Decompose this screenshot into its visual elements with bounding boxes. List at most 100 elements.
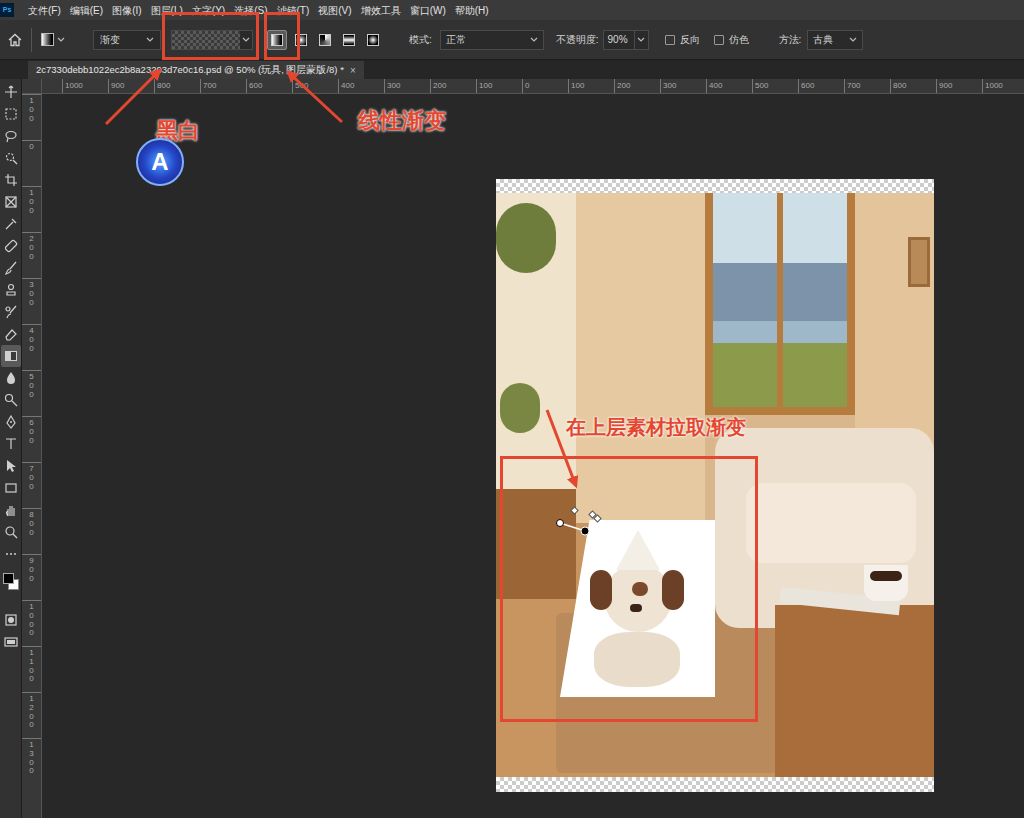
ruler-mark: 200 xyxy=(430,79,476,93)
tool-button[interactable] xyxy=(1,367,21,389)
menu-item[interactable]: 文字(Y) xyxy=(191,3,226,18)
tool-button[interactable] xyxy=(1,169,21,191)
window-mullion xyxy=(777,193,783,407)
ruler-label: 800 xyxy=(28,511,36,554)
menu-item[interactable]: 滤镜(T) xyxy=(276,3,311,18)
opacity-label: 不透明度: xyxy=(556,32,599,47)
preset-dropdown[interactable]: 渐变 xyxy=(93,30,161,50)
options-bar: 渐变模式:正常不透明度:90%反向仿色方法:古典 xyxy=(0,20,1024,60)
tool-button[interactable] xyxy=(1,257,21,279)
menu-bar: Ps 文件(F) 编辑(E) 图像(I) 图层(L) 文字(Y) 选择(S) 滤镜(T) 视图(… xyxy=(0,0,1024,20)
menu-item[interactable]: 文件(F) xyxy=(27,3,62,18)
checkbox[interactable] xyxy=(665,35,675,45)
tool-button[interactable] xyxy=(1,279,21,301)
chevron-icon xyxy=(57,36,65,43)
opacity-field[interactable]: 90% xyxy=(603,30,649,50)
ruler-mark: 700 xyxy=(200,79,246,93)
coffee xyxy=(870,571,902,581)
canvas[interactable] xyxy=(42,94,1024,818)
toy-patch xyxy=(632,582,648,596)
tab-close-button[interactable]: × xyxy=(350,63,356,78)
checkbox-option[interactable]: 仿色 xyxy=(714,32,749,47)
menu-item[interactable]: 选择(S) xyxy=(233,3,268,18)
gradient-swatch[interactable] xyxy=(171,30,253,50)
menu-item[interactable]: 视图(V) xyxy=(317,3,352,18)
ruler-label: 300 xyxy=(663,81,676,90)
document[interactable] xyxy=(496,179,934,792)
ruler-label: 1300 xyxy=(28,741,36,784)
tool-button[interactable] xyxy=(1,477,21,499)
tool-button[interactable] xyxy=(1,543,21,565)
document-area: 1000900800700600500400300200100010020030… xyxy=(22,79,1024,818)
tool-button[interactable] xyxy=(1,609,21,631)
tool-icon xyxy=(4,393,18,407)
watermark-logo: A xyxy=(136,138,184,186)
tool-button[interactable] xyxy=(1,235,21,257)
ruler-mark: 600 xyxy=(22,416,41,462)
tool-button[interactable] xyxy=(1,81,21,103)
ruler-mark: 900 xyxy=(936,79,982,93)
ruler-mark: 100 xyxy=(22,186,41,232)
foreground-color[interactable] xyxy=(3,573,14,584)
tool-button[interactable] xyxy=(1,213,21,235)
app-logo[interactable]: Ps xyxy=(0,3,14,17)
gradient-type-icon xyxy=(295,34,307,46)
checkbox[interactable] xyxy=(714,35,724,45)
gradient-handle[interactable] xyxy=(555,505,605,537)
menu-item[interactable]: 图层(L) xyxy=(150,3,184,18)
ruler-label: 500 xyxy=(755,81,768,90)
transparent-area xyxy=(496,777,934,792)
ruler-label: 200 xyxy=(617,81,630,90)
gradient-type-button[interactable] xyxy=(339,30,359,50)
method-dropdown[interactable]: 古典 xyxy=(807,30,863,50)
opacity-value[interactable]: 90% xyxy=(604,32,634,47)
ruler-label: 600 xyxy=(801,81,814,90)
tool-button[interactable] xyxy=(1,125,21,147)
ruler-label: 700 xyxy=(28,465,36,508)
mode-dropdown[interactable]: 正常 xyxy=(440,30,544,50)
opacity-dropdown[interactable] xyxy=(634,31,648,49)
toy-body xyxy=(594,632,680,687)
tool-button[interactable] xyxy=(1,103,21,125)
document-tab[interactable]: 2c7330debb1022ec2b8a23293d7e0c16.psd @ 5… xyxy=(28,61,364,79)
chevron-icon xyxy=(530,36,538,43)
checkbox-option[interactable]: 反向 xyxy=(665,32,700,47)
gradient-type-button[interactable] xyxy=(315,30,335,50)
menu-item[interactable]: 帮助(H) xyxy=(454,3,490,18)
tool-button[interactable] xyxy=(1,191,21,213)
ruler-label: 300 xyxy=(28,281,36,324)
tool-button[interactable] xyxy=(1,411,21,433)
tool-button[interactable] xyxy=(1,147,21,169)
coffee-table xyxy=(775,605,934,777)
tool-preset-picker[interactable] xyxy=(41,30,69,50)
ruler-label: 800 xyxy=(157,81,170,90)
tool-button[interactable] xyxy=(1,389,21,411)
gradient-type-button[interactable] xyxy=(291,30,311,50)
tool-button[interactable] xyxy=(1,499,21,521)
horizontal-ruler: 1000900800700600500400300200100010020030… xyxy=(42,79,1024,93)
divider xyxy=(31,28,32,52)
gradient-type-button[interactable] xyxy=(363,30,383,50)
ruler-label: 400 xyxy=(341,81,354,90)
tool-button[interactable] xyxy=(1,631,21,653)
home-icon xyxy=(8,33,22,47)
tool-button[interactable] xyxy=(1,345,21,367)
tool-button[interactable] xyxy=(1,323,21,345)
tool-button[interactable] xyxy=(1,455,21,477)
menu-item[interactable]: 增效工具 xyxy=(360,3,402,18)
gradient-type-icon xyxy=(319,34,331,46)
tool-button[interactable] xyxy=(1,301,21,323)
menu-item[interactable]: 窗口(W) xyxy=(409,3,447,18)
ruler-label: 1200 xyxy=(28,695,36,738)
tool-button[interactable] xyxy=(1,433,21,455)
swatch-dropdown[interactable] xyxy=(240,31,252,49)
chevron-icon xyxy=(849,36,857,43)
ruler-mark: 800 xyxy=(890,79,936,93)
gradient-type-button[interactable] xyxy=(267,30,287,50)
color-swatches[interactable] xyxy=(1,569,21,609)
menu-item[interactable]: 编辑(E) xyxy=(69,3,104,18)
tool-button[interactable] xyxy=(1,521,21,543)
ruler-mark: 100 xyxy=(568,79,614,93)
menu-item[interactable]: 图像(I) xyxy=(111,3,142,18)
sofa-cushion xyxy=(746,483,916,563)
